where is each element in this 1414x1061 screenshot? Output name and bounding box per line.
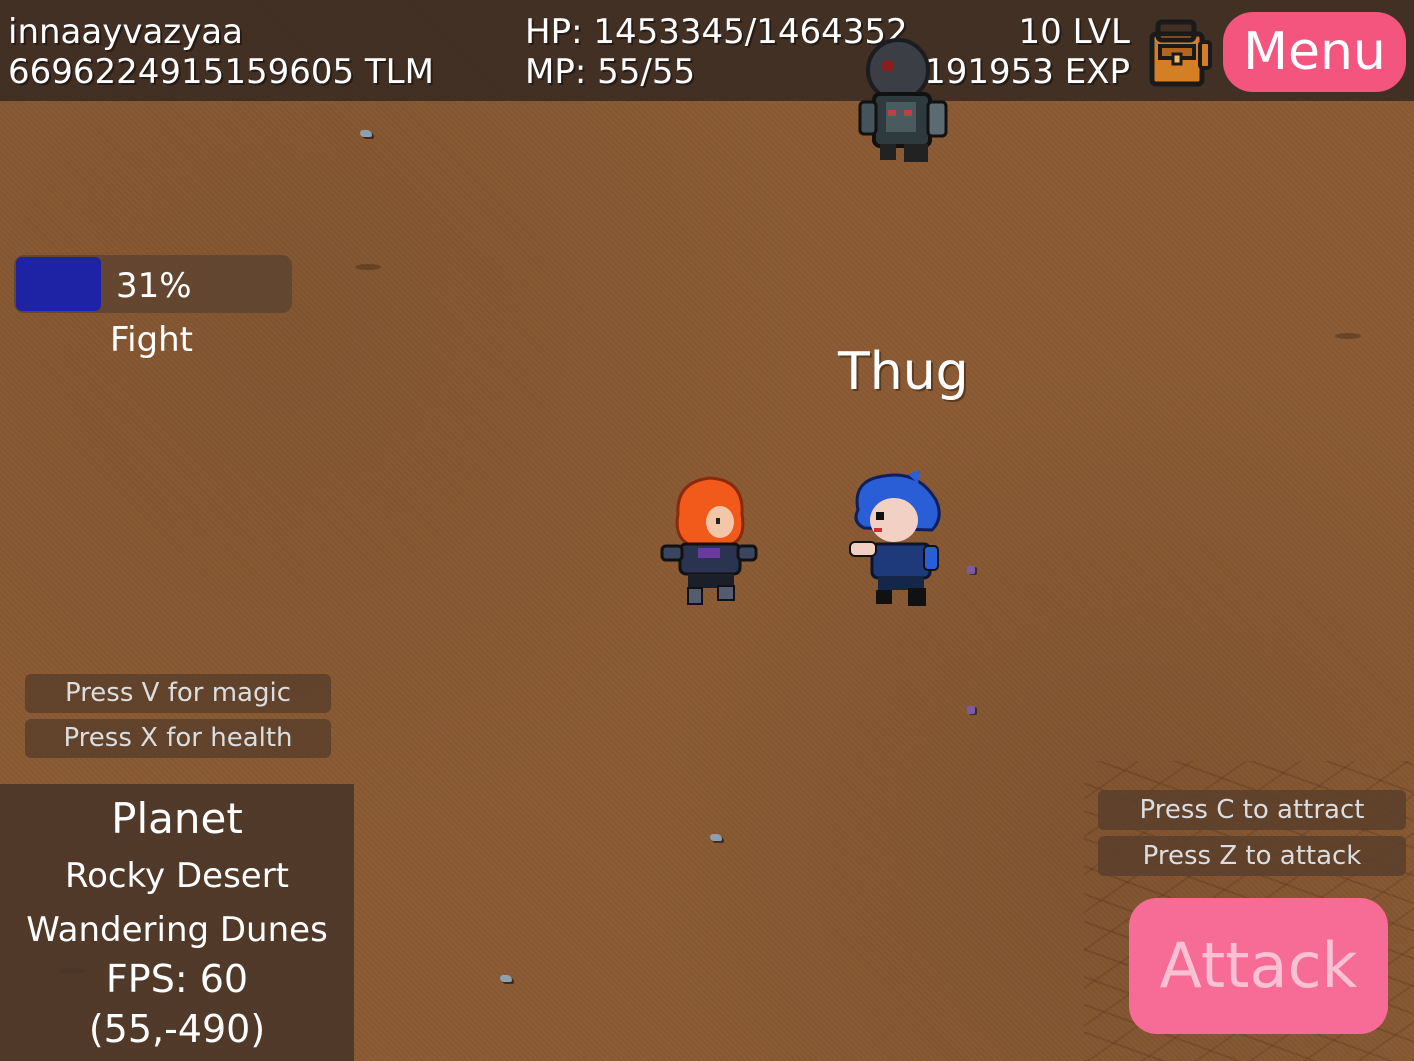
game-world: innaayvazyaa 6696224915159605 TLM HP: 14… (0, 0, 1414, 1061)
currency-counter: 6696224915159605 TLM (8, 52, 434, 92)
attack-hint-button[interactable]: Press Z to attack (1098, 836, 1406, 876)
fight-status-label: Fight (110, 320, 193, 360)
location-region: Rocky Desert (64, 856, 290, 896)
sand-ripple (355, 264, 381, 270)
attract-hint-button[interactable]: Press C to attract (1098, 790, 1406, 830)
location-planet-label: Planet (111, 794, 243, 843)
health-hint-button[interactable]: Press X for health (25, 719, 331, 758)
sand-ripple (1335, 333, 1361, 339)
fight-progress-fill (16, 257, 101, 311)
exp-counter: 191953 EXP (924, 52, 1130, 92)
level-counter: 10 LVL (1018, 12, 1130, 52)
pebble (710, 834, 722, 841)
menu-button[interactable]: Menu (1223, 12, 1406, 92)
thug-enemy-sprite[interactable] (848, 470, 948, 614)
top-hud-bar: innaayvazyaa 6696224915159605 TLM HP: 14… (0, 0, 1414, 101)
player-name: innaayvazyaa (8, 12, 243, 52)
magic-hint-button[interactable]: Press V for magic (25, 674, 331, 713)
coordinates-readout: (55,-490) (88, 1007, 266, 1051)
pebble (500, 975, 512, 982)
player-character-sprite (658, 474, 758, 610)
crystal-pebble (967, 706, 975, 714)
pebble (360, 130, 372, 137)
fps-counter: FPS: 60 (105, 957, 249, 1001)
enemy-name-label: Thug (838, 342, 969, 402)
crystal-pebble (967, 566, 975, 574)
robot-enemy-sprite[interactable] (858, 36, 954, 170)
hp-counter: HP: 1453345/1464352 (525, 12, 908, 52)
mp-counter: MP: 55/55 (525, 52, 696, 92)
attack-button[interactable]: Attack (1129, 898, 1388, 1034)
location-panel: Planet Rocky Desert Wandering Dunes FPS:… (0, 784, 354, 1061)
backpack-icon[interactable] (1146, 18, 1214, 88)
location-area: Wandering Dunes (26, 910, 328, 950)
fight-progress-percent: 31% (116, 266, 192, 306)
